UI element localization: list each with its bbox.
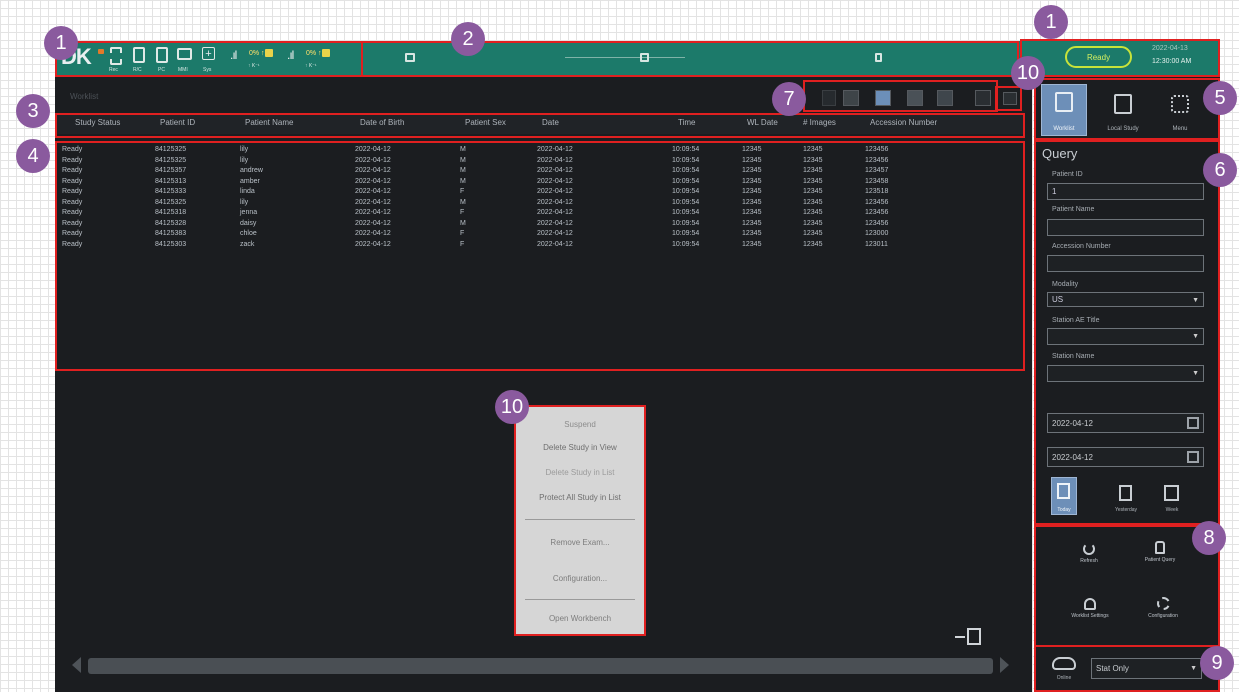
exit-arrow bbox=[955, 636, 965, 638]
badge-2: 2 bbox=[451, 22, 485, 56]
badge-10-top: 10 bbox=[1011, 56, 1045, 90]
badge-10-menu: 10 bbox=[495, 390, 529, 424]
worklist-title: Worklist bbox=[70, 92, 99, 101]
badge-6: 6 bbox=[1203, 153, 1237, 187]
badge-5: 5 bbox=[1203, 81, 1237, 115]
annotation-box-collapse bbox=[995, 86, 1022, 111]
exit-icon[interactable] bbox=[955, 628, 983, 646]
annotation-box-list bbox=[55, 141, 1025, 371]
annotation-box-menu bbox=[514, 405, 646, 636]
badge-3: 3 bbox=[16, 94, 50, 128]
scroll-right-arrow[interactable] bbox=[1000, 657, 1009, 673]
badge-1-left: 1 bbox=[44, 26, 78, 60]
badge-4: 4 bbox=[16, 139, 50, 173]
badge-8: 8 bbox=[1192, 521, 1226, 555]
annotation-box-mode bbox=[1034, 78, 1220, 140]
horizontal-scrollbar[interactable] bbox=[88, 658, 993, 674]
badge-1-right: 1 bbox=[1034, 5, 1068, 39]
annotation-box-clock bbox=[1020, 39, 1220, 77]
annotation-box-query bbox=[1034, 140, 1220, 525]
annotation-box-view-buttons bbox=[803, 80, 998, 112]
exit-door bbox=[967, 628, 981, 645]
annotation-box-header bbox=[55, 113, 1025, 138]
annotation-box-status-icons bbox=[55, 41, 363, 77]
scroll-left-arrow[interactable] bbox=[72, 657, 81, 673]
badge-9: 9 bbox=[1200, 646, 1234, 680]
badge-7: 7 bbox=[772, 82, 806, 116]
annotation-box-status bbox=[1034, 645, 1220, 692]
